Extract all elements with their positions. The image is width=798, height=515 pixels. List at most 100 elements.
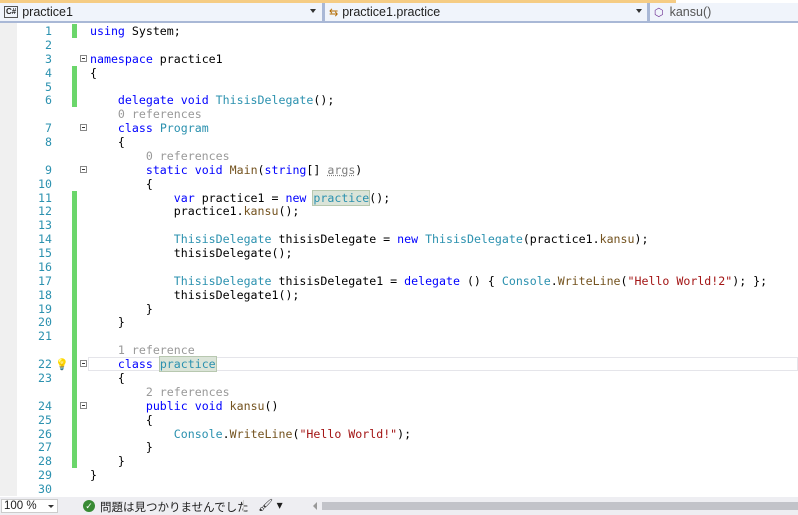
code-line[interactable]: 17 ThisisDelegate thisisDelegate1 = dele… — [0, 273, 798, 288]
status-bar: 100 % ✓ 問題は見つかりませんでした 🖌 ▾ — [0, 497, 798, 515]
member-dropdown[interactable]: ⬡ kansu() — [650, 3, 798, 23]
scroll-left-icon[interactable] — [313, 502, 317, 510]
code-lens-row[interactable]: 0 references — [0, 149, 798, 163]
line-number: 25 — [38, 412, 52, 427]
code-token: () { — [459, 273, 502, 288]
code-line[interactable]: 13 — [0, 218, 798, 233]
code-token: var — [173, 190, 195, 205]
collapse-icon[interactable] — [80, 360, 87, 368]
collapse-icon[interactable] — [80, 54, 87, 62]
code-text: class practice — [90, 356, 217, 373]
code-line[interactable]: 27 } — [0, 440, 798, 455]
code-line[interactable]: 12 practice1.kansu(); — [0, 204, 798, 219]
code-line[interactable]: 6 delegate void ThisisDelegate(); — [0, 93, 798, 108]
code-line[interactable]: 2 — [0, 38, 798, 52]
line-number: 18 — [38, 287, 52, 302]
code-line[interactable]: 30 — [0, 482, 798, 496]
indicator-margin — [0, 23, 17, 496]
code-line[interactable]: 1 using System; — [0, 24, 798, 38]
code-text: delegate void ThisisDelegate(); — [90, 93, 334, 107]
code-line[interactable]: 23 { — [0, 371, 798, 385]
code-token: thisisDelegate(); — [90, 246, 293, 261]
code-token: kansu — [229, 398, 265, 413]
code-token: void — [180, 93, 209, 108]
line-number: 17 — [38, 273, 52, 288]
divider — [243, 500, 244, 512]
references-codelens[interactable]: 0 references — [90, 107, 202, 121]
code-line[interactable]: 26 Console.WriteLine("Hello World!"); — [0, 426, 798, 441]
code-line[interactable]: 9 static void Main(string[] args) — [0, 163, 798, 177]
references-codelens[interactable]: 1 reference — [90, 343, 195, 357]
issues-status[interactable]: 問題は見つかりませんでした — [100, 499, 249, 515]
code-token: (); — [278, 204, 300, 219]
line-number: 26 — [38, 426, 52, 441]
code-token: System; — [124, 24, 181, 38]
change-marker — [72, 259, 77, 274]
code-text: ThisisDelegate thisisDelegate1 = delegat… — [90, 274, 767, 288]
change-marker — [72, 65, 77, 80]
references-codelens[interactable]: 2 references — [90, 385, 230, 399]
class-dropdown[interactable]: ⇆ practice1.practice — [325, 3, 648, 23]
code-line[interactable]: 11 var practice1 = new practice(); — [0, 189, 798, 206]
code-line[interactable]: 19 } — [0, 301, 798, 316]
brush-icon[interactable]: 🖌 ▾ — [258, 498, 283, 512]
code-line[interactable]: 22 💡 class practice — [0, 356, 798, 373]
collapse-icon[interactable] — [80, 165, 87, 173]
code-text: } — [90, 468, 97, 482]
code-text: static void Main(string[] args) — [90, 163, 362, 177]
code-line[interactable]: 16 — [0, 259, 798, 274]
code-line[interactable]: 8 { — [0, 135, 798, 149]
code-token: practice — [158, 356, 217, 373]
code-lens-row[interactable]: 2 references — [0, 384, 798, 399]
code-text: var practice1 = new practice(); — [90, 189, 390, 206]
code-text: thisisDelegate1(); — [90, 288, 300, 302]
change-marker — [72, 384, 77, 399]
method-cube-icon: ⬡ — [654, 6, 664, 19]
chevron-down-icon — [48, 505, 54, 508]
code-lens-row[interactable]: 0 references — [0, 107, 798, 121]
code-line[interactable]: 29} — [0, 468, 798, 482]
zoom-dropdown[interactable]: 100 % — [1, 499, 58, 513]
code-line[interactable]: 3 namespace practice1 — [0, 52, 798, 66]
code-lens-row[interactable]: 1 reference — [0, 343, 798, 358]
code-token: } — [90, 301, 153, 316]
code-line[interactable]: 28 } — [0, 454, 798, 469]
code-token: practice1 = — [194, 190, 286, 205]
change-marker — [72, 371, 77, 385]
code-line[interactable]: 24 public void kansu() — [0, 398, 798, 413]
line-number: 11 — [38, 190, 52, 205]
code-line[interactable]: 25 { — [0, 412, 798, 427]
lightbulb-icon[interactable]: 💡 — [55, 358, 69, 372]
zoom-value: 100 % — [4, 500, 37, 512]
horizontal-scrollbar[interactable] — [310, 501, 798, 511]
code-token: { — [90, 135, 125, 150]
chevron-down-icon — [310, 9, 316, 13]
change-marker — [72, 398, 77, 413]
references-codelens[interactable]: 0 references — [90, 149, 230, 163]
code-line[interactable]: 10 { — [0, 177, 798, 191]
code-line[interactable]: 18 thisisDelegate1(); — [0, 287, 798, 302]
code-token: new — [285, 190, 307, 205]
change-marker — [72, 287, 77, 302]
scrollbar-thumb[interactable] — [322, 502, 798, 510]
code-line[interactable]: 4{ — [0, 65, 798, 80]
code-line[interactable]: 14 ThisisDelegate thisisDelegate = new T… — [0, 232, 798, 247]
code-line[interactable]: 15 thisisDelegate(); — [0, 246, 798, 261]
code-token: thisisDelegate = — [271, 232, 398, 247]
code-token: ThisisDelegate — [173, 273, 272, 288]
collapse-icon[interactable] — [80, 401, 87, 409]
project-dropdown[interactable]: C# practice1 — [0, 3, 322, 23]
code-line[interactable]: 5 — [0, 79, 798, 94]
code-line[interactable]: 20 } — [0, 315, 798, 330]
code-text: } — [90, 315, 125, 329]
code-token: } — [90, 315, 125, 330]
code-token: Main — [229, 162, 258, 177]
collapse-icon[interactable] — [80, 124, 87, 132]
code-editor[interactable]: 1 using System; 2 3 namespace practice1 4{5 6 … — [0, 23, 798, 496]
code-line[interactable]: 7 class Program — [0, 121, 798, 135]
code-line[interactable]: 21 — [0, 329, 798, 344]
